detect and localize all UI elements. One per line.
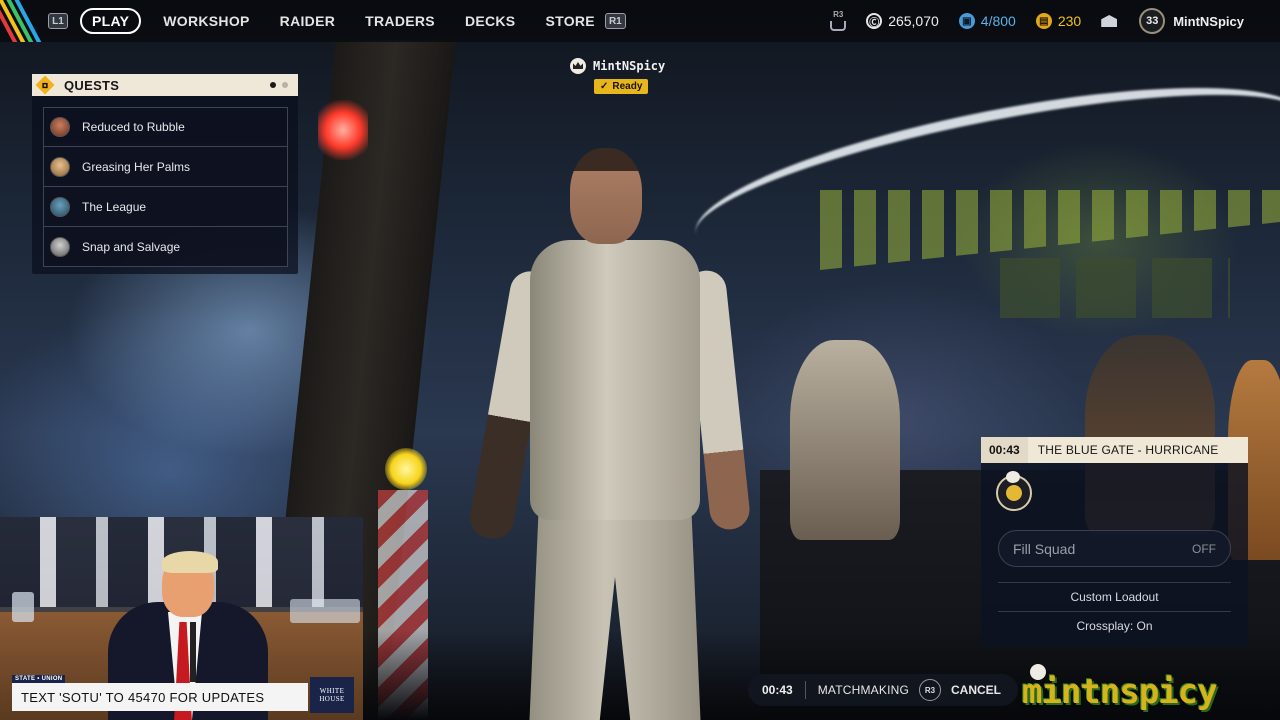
ready-label: Ready: [612, 81, 643, 92]
page-dot[interactable]: [282, 82, 288, 88]
storage-value: 4/800: [980, 13, 1016, 29]
matchmaking-timer: 00:43: [981, 437, 1028, 463]
matchmaking-header: 00:43 THE BLUE GATE - HURRICANE: [981, 437, 1248, 463]
quest-list: Reduced to Rubble Greasing Her Palms The…: [43, 107, 288, 267]
quest-item[interactable]: Snap and Salvage: [43, 227, 288, 267]
r1-button-hint-icon[interactable]: R1: [604, 13, 626, 29]
top-navigation-bar: L1 PLAY WORKSHOP RAIDER TRADERS DECKS ST…: [0, 0, 1280, 42]
scene-red-lamp: [318, 100, 368, 160]
player-character: [466, 140, 770, 720]
matchmaking-bar-timer: 00:43: [762, 683, 793, 697]
network-logo: WHITE HOUSE: [310, 677, 354, 713]
matchmaking-panel: 00:43 THE BLUE GATE - HURRICANE Fill Squ…: [981, 437, 1248, 647]
coins-counter[interactable]: Ⓒ 265,070: [866, 13, 939, 29]
quest-giver-avatar: [50, 196, 70, 217]
microphone-icon: [190, 622, 196, 682]
quest-giver-avatar: [50, 156, 70, 177]
inbox-icon[interactable]: [1101, 15, 1117, 27]
r3-social-hint[interactable]: R3: [830, 10, 847, 31]
divider: [998, 582, 1231, 583]
coin-icon: Ⓒ: [866, 13, 883, 29]
nav-tab-raider[interactable]: RAIDER: [280, 13, 335, 29]
map-name: THE BLUE GATE - HURRICANE: [1037, 443, 1219, 457]
quest-item[interactable]: Greasing Her Palms: [43, 147, 288, 187]
squad-leader-crown-icon: [1006, 471, 1020, 483]
network-logo-line: WHITE: [319, 687, 345, 695]
news-lower-third: TEXT 'SOTU' TO 45470 FOR UPDATES: [12, 683, 308, 711]
quest-giver-avatar: [50, 236, 70, 257]
player-level-badge[interactable]: 33: [1139, 8, 1166, 34]
news-video-overlay: STATE • UNION TEXT 'SOTU' TO 45470 FOR U…: [0, 517, 363, 720]
news-ticker-text: TEXT 'SOTU' TO 45470 FOR UPDATES: [21, 689, 265, 705]
quests-title: QUESTS: [64, 77, 120, 93]
character-torso: [530, 240, 700, 520]
fill-squad-toggle[interactable]: Fill Squad OFF: [998, 530, 1231, 567]
scene-yellow-lamp: [385, 448, 427, 490]
checkmark-icon: ✓: [600, 81, 609, 92]
page-dot-active[interactable]: [270, 82, 276, 88]
loadout-option[interactable]: Custom Loadout: [981, 590, 1248, 604]
divider: [804, 681, 806, 699]
controller-icon: [830, 21, 847, 31]
streamer-logo: mintnspicy: [1022, 664, 1280, 720]
nav-tab-decks[interactable]: DECKS: [465, 13, 516, 29]
main-nav: L1 PLAY WORKSHOP RAIDER TRADERS DECKS ST…: [48, 8, 626, 34]
fill-squad-label: Fill Squad: [1013, 540, 1076, 557]
divider: [998, 611, 1231, 612]
network-logo-line: HOUSE: [319, 695, 345, 703]
tokens-value: 230: [1057, 13, 1082, 29]
quest-item[interactable]: Reduced to Rubble: [43, 107, 288, 147]
r3-button-hint-icon[interactable]: R3: [919, 679, 942, 701]
quest-name: Greasing Her Palms: [82, 159, 191, 174]
video-glass: [12, 592, 34, 622]
crown-icon: [1030, 664, 1046, 680]
nav-tab-workshop[interactable]: WORKSHOP: [163, 13, 249, 29]
character-legs: [529, 500, 701, 720]
raider-token-icon: ▤: [1035, 13, 1052, 29]
broadcast-tag: STATE • UNION: [12, 675, 66, 683]
player-name: MintNSpicy: [593, 59, 666, 73]
quest-name: Reduced to Rubble: [82, 120, 185, 134]
scene-monitors: [1000, 258, 1230, 318]
nav-tab-play[interactable]: PLAY: [80, 8, 142, 34]
r3-hint-label: R3: [833, 10, 844, 19]
quests-panel: QUESTS Reduced to Rubble Greasing Her Pa…: [32, 74, 298, 274]
nav-tab-traders[interactable]: TRADERS: [365, 13, 435, 29]
ready-status-badge: ✓ Ready: [594, 79, 649, 94]
crossplay-option[interactable]: Crossplay: On: [981, 619, 1248, 633]
video-glass: [290, 599, 360, 623]
brand-stripes-logo: [0, 0, 46, 42]
profile-username[interactable]: MintNSpicy: [1173, 14, 1244, 29]
squad-leader-crown-icon: [570, 58, 586, 74]
fill-squad-value: OFF: [1192, 541, 1216, 556]
streamer-logo-text: mintnspicy: [1022, 672, 1218, 712]
quest-giver-avatar: [50, 117, 70, 137]
nav-tab-store[interactable]: STORE: [545, 13, 594, 29]
quest-diamond-icon: [35, 75, 55, 95]
quest-name: Snap and Salvage: [82, 239, 181, 254]
character-head: [570, 148, 642, 244]
scene-npc: [790, 340, 900, 540]
coins-value: 265,070: [888, 13, 939, 29]
backpack-icon: ▣: [958, 13, 975, 29]
cancel-matchmaking-button[interactable]: CANCEL: [951, 683, 1001, 697]
matchmaking-label: MATCHMAKING: [817, 683, 910, 697]
raider-emblem-icon: [1006, 485, 1022, 501]
player-nameplate: MintNSpicy ✓ Ready: [570, 58, 665, 94]
currency-bar: R3 Ⓒ 265,070 ▣ 4/800 ▤ 230 33 MintNSpicy: [830, 8, 1244, 34]
quest-name: The League: [82, 199, 147, 214]
tokens-counter[interactable]: ▤ 230: [1035, 13, 1082, 29]
quests-header: QUESTS: [32, 74, 298, 96]
quests-page-indicator[interactable]: [270, 82, 288, 88]
storage-counter[interactable]: ▣ 4/800: [958, 13, 1016, 29]
l1-button-hint-icon[interactable]: L1: [48, 13, 68, 29]
matchmaking-status-bar: 00:43 MATCHMAKING R3 CANCEL: [748, 674, 1018, 706]
quest-item[interactable]: The League: [43, 187, 288, 227]
video-speaker-hair: [162, 551, 218, 573]
